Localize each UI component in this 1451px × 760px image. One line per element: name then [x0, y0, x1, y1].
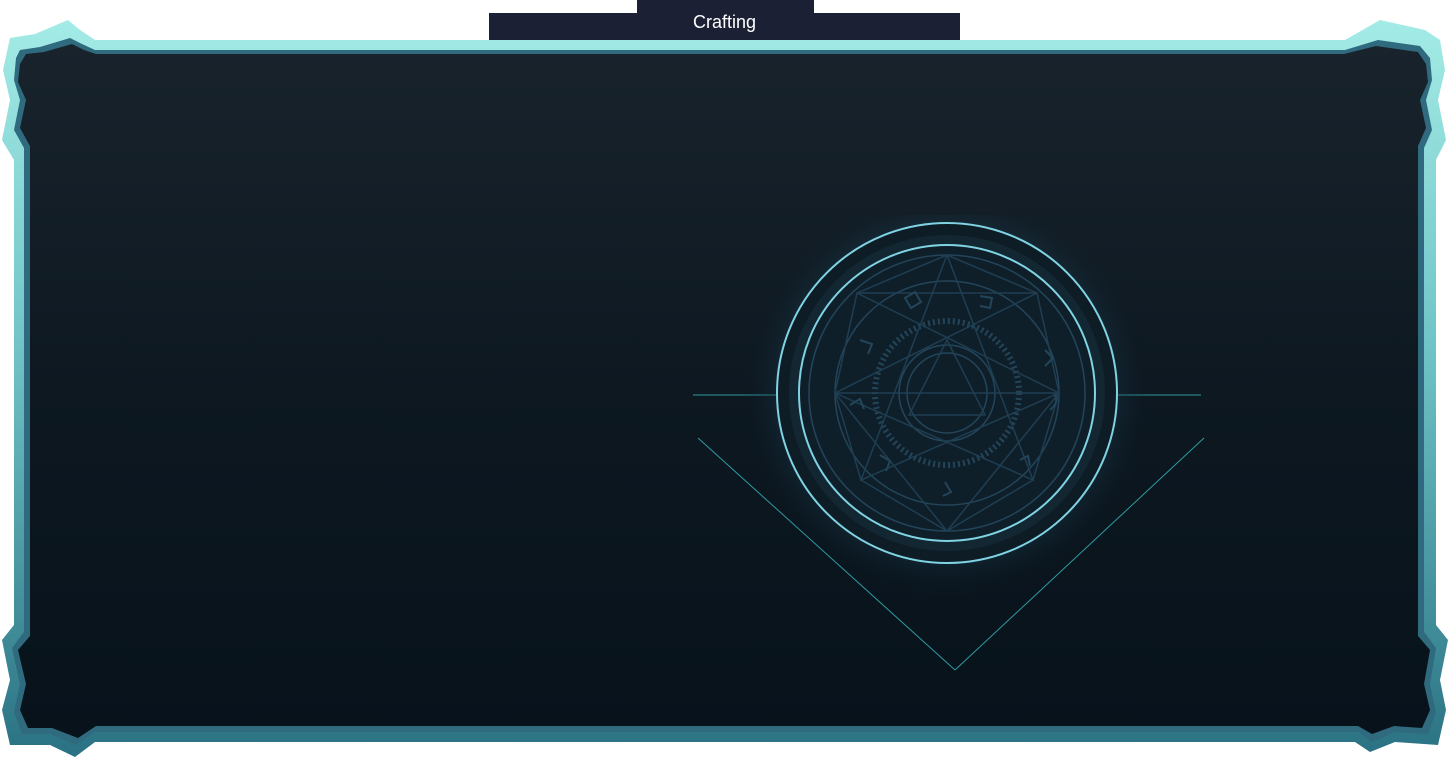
crafting-circle-area[interactable]: [690, 215, 1210, 680]
window-title: Crafting: [692, 12, 757, 32]
